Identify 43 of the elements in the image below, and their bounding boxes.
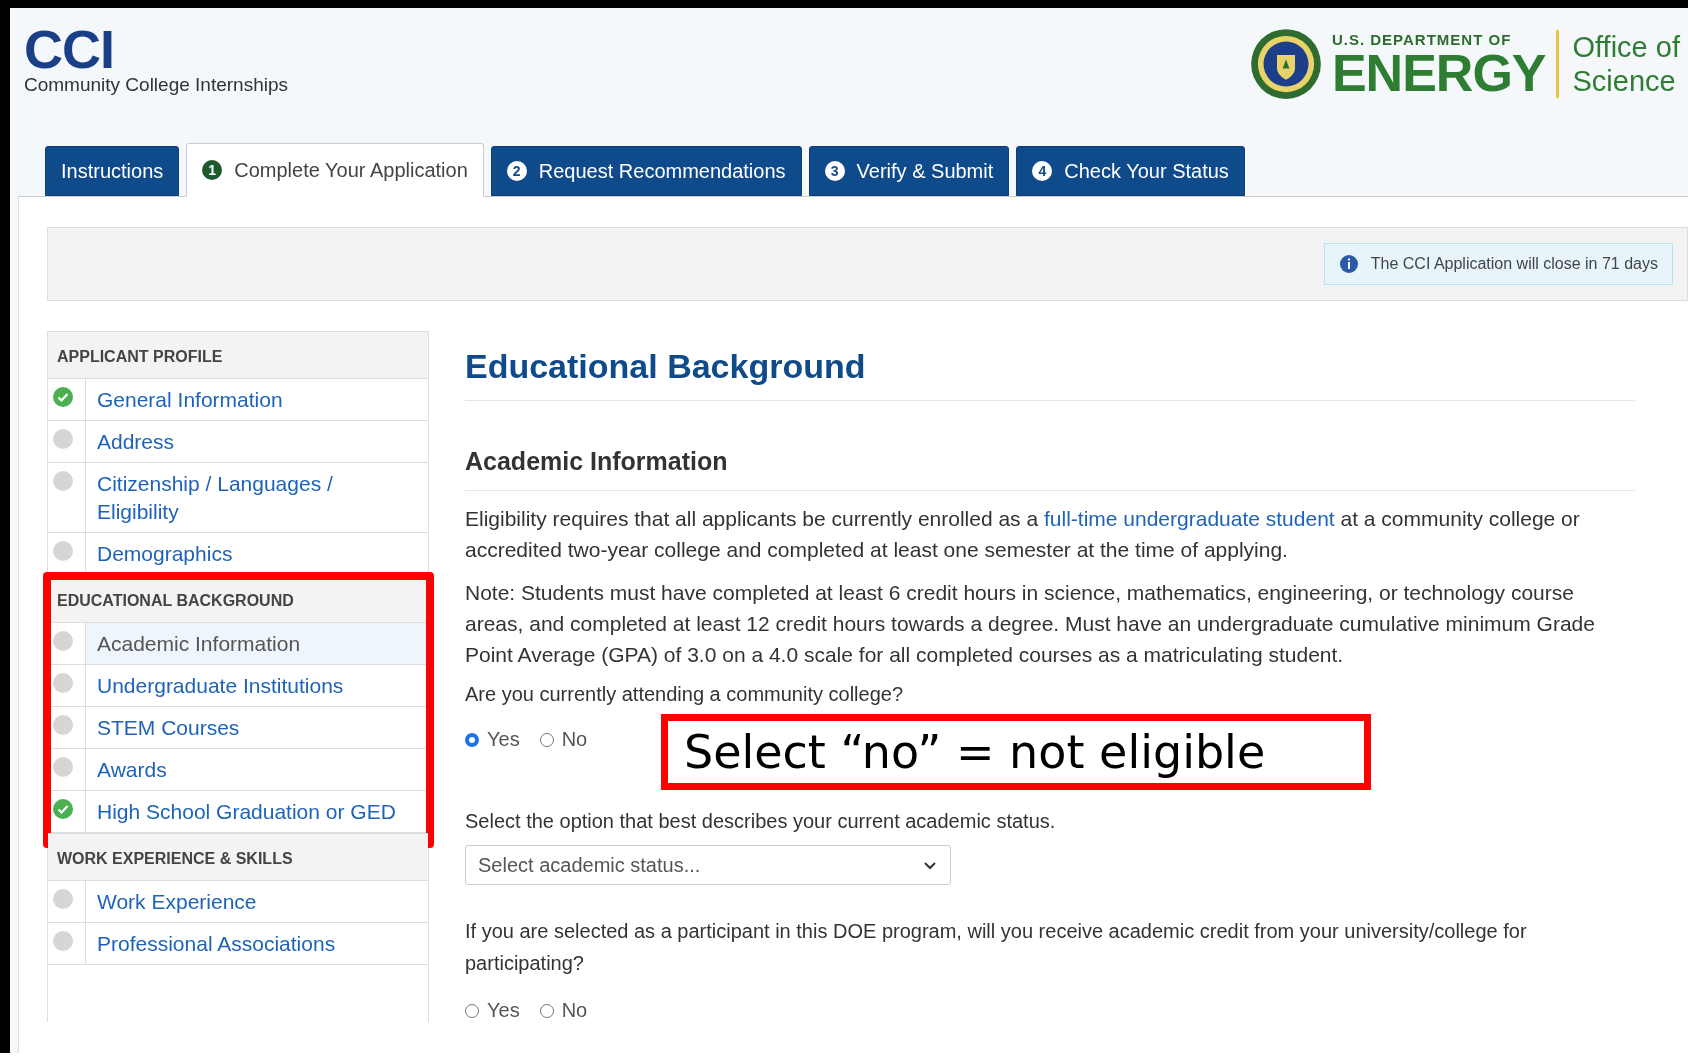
tab[interactable]: 4 Check Your Status (1016, 146, 1245, 196)
info-icon (1338, 254, 1359, 274)
radio-option[interactable]: Yes (465, 728, 520, 751)
cci-logo[interactable]: CCI (24, 26, 288, 72)
link[interactable]: full-time undergraduate student (1043, 507, 1335, 530)
seal-icon (1249, 28, 1322, 100)
agency-name: ENERGY (1331, 47, 1546, 98)
department-label: U.S. DEPARTMENT OF (1331, 30, 1513, 48)
sidebar-item[interactable]: General Information (48, 379, 428, 421)
radio-option[interactable]: No (539, 728, 588, 751)
tab[interactable]: Instructions (45, 146, 180, 196)
sidebar-item[interactable]: Awards (48, 749, 428, 791)
tab[interactable]: 2 Request Recommendations (490, 146, 802, 196)
site-subtitle: Community College Internships (24, 74, 288, 96)
sidebar-item[interactable]: STEM Courses (48, 707, 428, 749)
sidebar-item[interactable]: Professional Associations (48, 923, 428, 965)
notice-text: The CCI Application will close in 71 days (1370, 255, 1658, 273)
section-heading: APPLICANT PROFILE (48, 332, 428, 379)
paragraph-text: Note: Students must have completed at least 6 credit hours in science, mathematics, engineering, or technology course areas, and completed at least 12 credit hours towards a degree. Must have an undergraduate cumulative minimum Grade Point Average (GPA) of 3.0 on a 4.0 scale for all completed courses as a matriculating student. (465, 580, 1596, 668)
dropdown-field[interactable]: Select academic status... (465, 845, 951, 885)
sidebar-item[interactable]: Citizenship / Languages / Eligibility (48, 463, 428, 533)
section-heading: WORK EXPERIENCE & SKILLS (48, 833, 428, 881)
step-number-icon: 3 (824, 161, 845, 181)
section-title: Academic Information (465, 447, 1635, 491)
sidebar-item[interactable]: Address (48, 421, 428, 463)
step-number-icon: 2 (506, 161, 527, 181)
sidebar-item[interactable]: Demographics (48, 533, 428, 575)
radio-option[interactable]: Yes (465, 999, 520, 1022)
step-number-icon: 1 (202, 160, 223, 180)
paragraph-text: Eligibility requires that all applicants be currently enrolled as a full-time undergraduate student at a community college or accredited two-year college and completed at least one semester at the time of applying. (465, 506, 1581, 563)
office-name: Office of Science (1555, 30, 1680, 98)
question-text: Are you currently attending a community college? (465, 682, 904, 707)
sidebar-item[interactable]: Work Experience (48, 881, 428, 923)
question-text: Select the option that best describes your current academic status. (465, 809, 1057, 834)
radio-option[interactable]: No (539, 999, 588, 1022)
sidebar-item[interactable]: Academic Information (48, 623, 428, 665)
step-number-icon: 4 (1032, 161, 1053, 181)
callout-note: Select “no” = not eligible (661, 714, 1371, 790)
page-title: Educational Background (465, 347, 1635, 401)
tab[interactable]: 3 Verify & Submit (808, 146, 1010, 196)
tab[interactable]: 1 Complete Your Application (186, 143, 484, 197)
sidebar-item[interactable]: Undergraduate Institutions (48, 665, 428, 707)
question-text: If you are selected as a participant in this DOE program, will you receive academic credit from your university/college for participating? (465, 919, 1528, 976)
